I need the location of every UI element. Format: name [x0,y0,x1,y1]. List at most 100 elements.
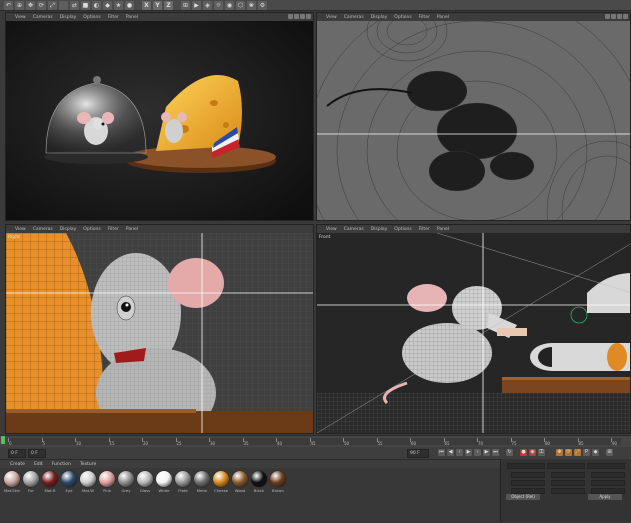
viewport-menu-item[interactable]: Panel [126,227,138,232]
viewport-menu-item[interactable]: Panel [437,15,449,20]
material-menu-item[interactable]: Texture [80,462,96,467]
material-menu-item[interactable]: Create [10,462,25,467]
viewport-right[interactable]: View Cameras Display Options Filter Panel Rig… [5,224,314,434]
material-menu-item[interactable]: Edit [34,462,43,467]
toolbar-object-icon[interactable]: ▶ [192,0,201,10]
record-button[interactable]: ● [520,449,527,456]
toolbar-tool-icon[interactable]: ★ [114,0,123,10]
material-swatch[interactable]: Pink [99,471,115,493]
toolbar-object-icon[interactable]: ⚙ [258,0,267,10]
toolbar-tool-icon[interactable]: ⇄ [70,0,79,10]
viewport-menu-item[interactable]: Cameras [344,15,364,20]
viewport-menu-item[interactable]: View [15,227,26,232]
material-swatch[interactable]: Mat.W [80,471,96,493]
pos-x-field[interactable] [511,472,545,478]
timeline-track[interactable]: 0 5 10 15 20 25 30 35 40 45 50 55 60 65 70 75 80 85 90 [8,438,621,446]
rot-p-field[interactable] [591,480,625,486]
material-swatch[interactable]: Glass [137,471,153,493]
axis-y-button[interactable]: Y [153,0,162,10]
toolbar-object-icon[interactable]: ⬡ [236,0,245,10]
material-swatch[interactable]: Black [251,471,267,493]
viewport-menu-item[interactable]: Cameras [33,227,53,232]
viewport-menu-item[interactable]: Filter [108,15,119,20]
next-key-button[interactable]: ▶ [483,449,490,456]
toolbar-tool-icon[interactable]: ↶ [4,0,13,10]
viewport-menu-item[interactable]: Filter [108,227,119,232]
material-swatch[interactable]: Mat.R [42,471,58,493]
toolbar-object-icon[interactable]: ❀ [247,0,256,10]
viewport-menu-item[interactable]: Options [83,15,100,20]
viewport-menu-item[interactable]: Display [60,227,77,232]
size-y-field[interactable] [551,480,585,486]
material-swatch[interactable]: White [156,471,172,493]
toolbar-object-icon[interactable]: ☼ [214,0,223,10]
toolbar-tool-icon[interactable]: ✥ [26,0,35,10]
toolbar-object-icon[interactable]: ⊞ [181,0,190,10]
viewport-menu-item[interactable]: Panel [437,227,449,232]
material-swatch[interactable]: Mat.Skin [4,471,20,493]
play-button[interactable]: ▶ [465,449,472,456]
pla-key-button[interactable]: ◆ [592,449,599,456]
viewport-menu-item[interactable]: Display [371,227,388,232]
autokey-button[interactable]: ◉ [529,449,536,456]
viewport-perspective[interactable]: View Cameras Display Options Filter Panel [5,12,314,221]
axis-z-button[interactable]: Z [164,0,173,10]
keyframe-selection-button[interactable]: ⚿ [538,449,545,456]
viewport-nav-tools[interactable] [605,14,628,19]
material-swatch[interactable]: Metal [194,471,210,493]
go-to-start-button[interactable]: ⏮ [438,449,445,456]
next-frame-button[interactable]: › [474,449,481,456]
material-swatch[interactable]: Fur [23,471,39,493]
viewport-menu-item[interactable]: View [326,15,337,20]
material-swatch[interactable]: Brown [270,471,286,493]
viewport-menu-item[interactable]: Filter [419,227,430,232]
material-swatch[interactable]: Cheese [213,471,229,493]
toolbar-tool-icon[interactable]: ⊕ [15,0,24,10]
rotation-key-button[interactable]: ⟳ [565,449,572,456]
viewport-menu-item[interactable]: Options [83,227,100,232]
toolbar-tool-icon[interactable]: ● [125,0,134,10]
toolbar-tool-icon[interactable]: ■ [81,0,90,10]
material-swatch[interactable]: Wood [232,471,248,493]
toolbar-tool-icon[interactable]: ◐ [92,0,101,10]
param-key-button[interactable]: P [583,449,590,456]
viewport-menu-item[interactable]: Display [371,15,388,20]
viewport-top[interactable]: View Cameras Display Options Filter Panel [316,12,631,221]
toolbar-tool-icon[interactable]: ⟳ [37,0,46,10]
go-to-end-button[interactable]: ⏭ [492,449,499,456]
viewport-menu-item[interactable]: Panel [126,15,138,20]
coordinate-mode-dropdown[interactable]: Object (Rel) [506,494,540,500]
material-swatch[interactable]: Eye [61,471,77,493]
toolbar-object-icon[interactable]: ◉ [225,0,234,10]
viewport-menu-item[interactable]: Options [394,15,411,20]
viewport-menu-item[interactable]: Cameras [33,15,53,20]
material-menu-item[interactable]: Function [52,462,71,467]
position-key-button[interactable]: ✥ [556,449,563,456]
viewport-menu-item[interactable]: Options [394,227,411,232]
material-swatch[interactable]: Plate [175,471,191,493]
pos-y-field[interactable] [511,480,545,486]
viewport-menu-item[interactable]: View [326,227,337,232]
timeline-playhead[interactable] [1,436,5,444]
current-frame-field[interactable]: 0 F [8,449,26,458]
toolbar-object-icon[interactable]: ◈ [203,0,212,10]
material-swatch[interactable]: Grey [118,471,134,493]
loop-button[interactable]: ↻ [506,449,513,456]
rot-h-field[interactable] [591,472,625,478]
apply-button[interactable]: Apply [588,494,622,500]
axis-x-button[interactable]: X [142,0,151,10]
viewport-menu-item[interactable]: Filter [419,15,430,20]
viewport-menu-item[interactable]: Display [60,15,77,20]
size-z-field[interactable] [551,488,585,494]
prev-key-button[interactable]: ◀ [447,449,454,456]
layout-button[interactable]: ⊞ [606,449,613,456]
viewport-menu-item[interactable]: View [15,15,26,20]
toolbar-tool-icon[interactable]: ◆ [103,0,112,10]
size-x-field[interactable] [551,472,585,478]
viewport-menu-item[interactable]: Cameras [344,227,364,232]
scale-key-button[interactable]: ⤢ [574,449,581,456]
end-frame-field[interactable]: 90 F [407,449,429,458]
prev-frame-button[interactable]: ‹ [456,449,463,456]
viewport-front[interactable]: View Cameras Display Options Filter Panel Fro… [316,224,631,434]
viewport-nav-tools[interactable] [288,14,311,19]
